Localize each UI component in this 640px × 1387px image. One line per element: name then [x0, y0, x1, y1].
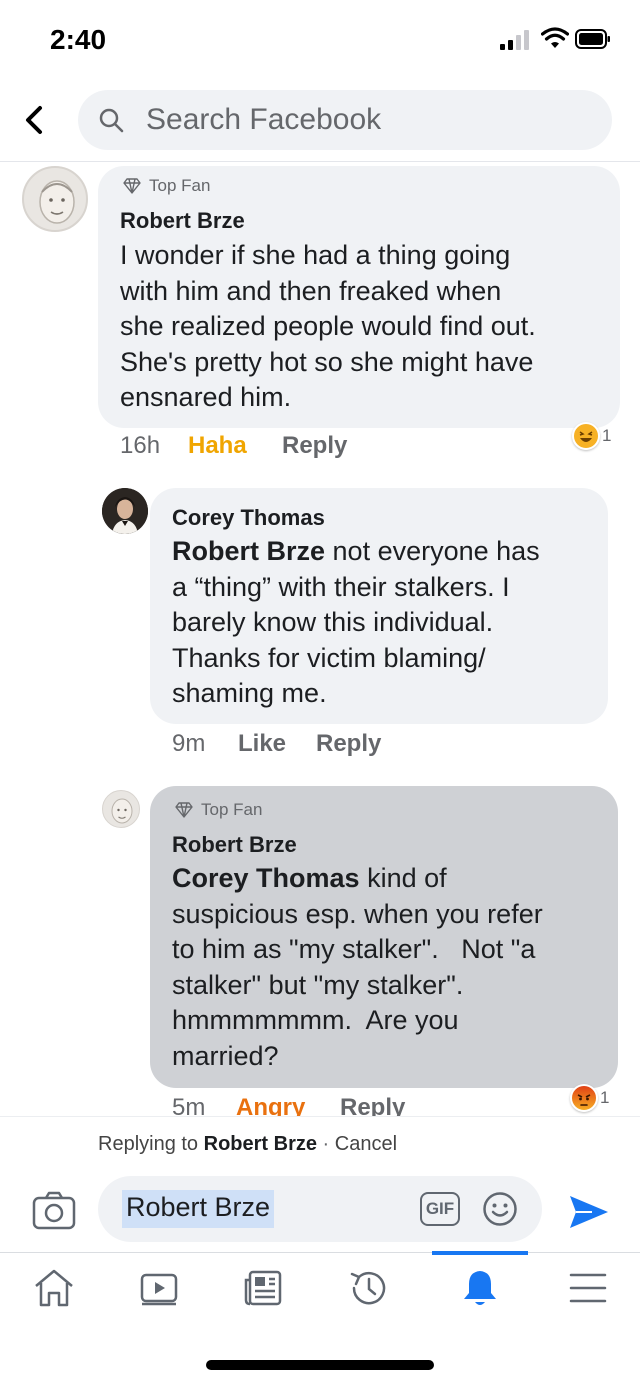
back-arrow-icon[interactable] [18, 100, 52, 140]
home-icon [35, 1269, 73, 1307]
comment-text: Robert Brze not everyone has a “thing” w… [172, 534, 540, 712]
comment-author[interactable]: Robert Brze [172, 832, 297, 858]
menu-icon [569, 1273, 607, 1303]
comment-bubble-highlighted[interactable]: Top Fan Robert Brze Corey Thomas kind of… [150, 786, 618, 1088]
text-line: married? [172, 1040, 279, 1071]
reaction-summary[interactable]: 1 [570, 1084, 609, 1112]
comment-author[interactable]: Corey Thomas [172, 505, 325, 531]
haha-reaction-label[interactable]: Haha [188, 432, 247, 460]
header [0, 82, 640, 162]
home-indicator [206, 1360, 434, 1370]
text-fragment: kind of [359, 863, 447, 893]
comment-text: Corey Thomas kind of suspicious esp. whe… [172, 861, 543, 1075]
search-box[interactable] [78, 90, 612, 150]
status-bar: 2:40 [0, 0, 640, 80]
avatar[interactable] [22, 166, 88, 232]
replying-to-bar: Replying to Robert Brze · Cancel [0, 1116, 640, 1172]
gif-button[interactable]: GIF [420, 1192, 460, 1226]
text-line: a “thing” with their stalkers. I [172, 571, 510, 602]
comment-bubble[interactable]: Corey Thomas Robert Brze not everyone ha… [150, 488, 608, 724]
text-line: ensnared him. [120, 382, 292, 413]
haha-emoji-icon [572, 422, 600, 450]
nav-watch[interactable] [109, 1253, 209, 1323]
wifi-icon [541, 27, 569, 48]
separator: · [316, 1133, 335, 1155]
camera-icon[interactable] [32, 1190, 76, 1232]
text-line: she realized people would find out. [120, 311, 536, 342]
reaction-count: 1 [600, 1088, 610, 1107]
text-line: Corey Thomas kind of [172, 861, 543, 897]
diamond-icon [123, 178, 141, 194]
text-line: hmmmmmmm. Are you [172, 1005, 459, 1036]
bell-icon [464, 1271, 496, 1305]
like-button[interactable]: Like [238, 730, 286, 758]
nav-home[interactable] [4, 1253, 104, 1323]
mention-link[interactable]: Corey Thomas [172, 863, 360, 893]
reaction-count: 1 [602, 426, 612, 445]
diamond-icon [175, 802, 193, 818]
comment-input-text[interactable]: Robert Brze [122, 1190, 275, 1228]
angry-emoji-icon [570, 1084, 598, 1112]
nav-news[interactable] [214, 1253, 314, 1323]
reply-button[interactable]: Reply [316, 730, 381, 758]
comment-author[interactable]: Robert Brze [120, 208, 245, 234]
badge-label: Top Fan [149, 176, 211, 195]
comment-time: 5m [172, 1094, 206, 1116]
comment-time: 16h [120, 432, 161, 459]
text-line: Robert Brze not everyone has [172, 534, 540, 570]
avatar[interactable] [102, 488, 148, 534]
nav-menu[interactable] [538, 1253, 638, 1323]
reaction-summary[interactable]: 1 [572, 422, 611, 450]
comment-actions: 9m Like Reply [0, 730, 640, 762]
profile-photo [39, 180, 75, 224]
profile-photo [102, 488, 148, 534]
top-fan-badge: Top Fan [122, 176, 210, 196]
comment-actions: 5m Angry Reply [0, 1094, 640, 1116]
status-time: 2:40 [50, 24, 107, 55]
emoji-icon[interactable] [482, 1191, 518, 1227]
text-line: shaming me. [172, 678, 327, 709]
nav-memories[interactable] [319, 1253, 419, 1323]
angry-reaction-label[interactable]: Angry [236, 1094, 305, 1116]
memories-icon [350, 1272, 386, 1305]
nav-notifications[interactable] [430, 1253, 530, 1323]
search-icon [99, 108, 124, 133]
comment-input[interactable]: Robert Brze GIF [98, 1176, 542, 1242]
top-fan-badge: Top Fan [174, 800, 262, 820]
comment-composer: Robert Brze GIF [0, 1172, 640, 1252]
comment-bubble[interactable]: Top Fan Robert Brze I wonder if she had … [98, 166, 620, 428]
badge-label: Top Fan [201, 800, 263, 819]
comment-text: I wonder if she had a thing going with h… [120, 238, 536, 416]
replying-prefix: Replying to [98, 1133, 204, 1155]
text-line: with him and then freaked when [120, 275, 502, 306]
text-line: I wonder if she had a thing going [120, 240, 511, 270]
cancel-reply-button[interactable]: Cancel [335, 1133, 397, 1155]
news-icon [244, 1270, 282, 1306]
reply-button[interactable]: Reply [340, 1094, 405, 1116]
avatar[interactable] [102, 790, 140, 828]
text-line: to him as "my stalker". Not "a [172, 934, 536, 965]
text-line: Thanks for victim blaming/ [172, 642, 486, 673]
mention-link[interactable]: Robert Brze [172, 536, 325, 566]
text-line: stalker" but "my stalker". [172, 969, 464, 1000]
text-line: suspicious esp. when you refer [172, 898, 543, 929]
search-input[interactable] [146, 100, 586, 140]
cellular-signal-icon [500, 30, 529, 50]
profile-photo [111, 798, 133, 824]
text-line: She's pretty hot so she might have [120, 346, 534, 377]
text-fragment: not everyone has [325, 536, 540, 566]
send-icon[interactable] [566, 1192, 612, 1232]
watch-icon [140, 1273, 178, 1306]
reply-button[interactable]: Reply [282, 432, 347, 460]
replying-to-name: Robert Brze [203, 1133, 317, 1155]
battery-icon [575, 29, 610, 49]
comment-time: 9m [172, 730, 206, 757]
comment-actions: 16h Haha Reply [0, 432, 640, 464]
replying-to-text: Replying to Robert Brze · Cancel [98, 1133, 397, 1156]
text-line: barely know this individual. [172, 607, 494, 638]
